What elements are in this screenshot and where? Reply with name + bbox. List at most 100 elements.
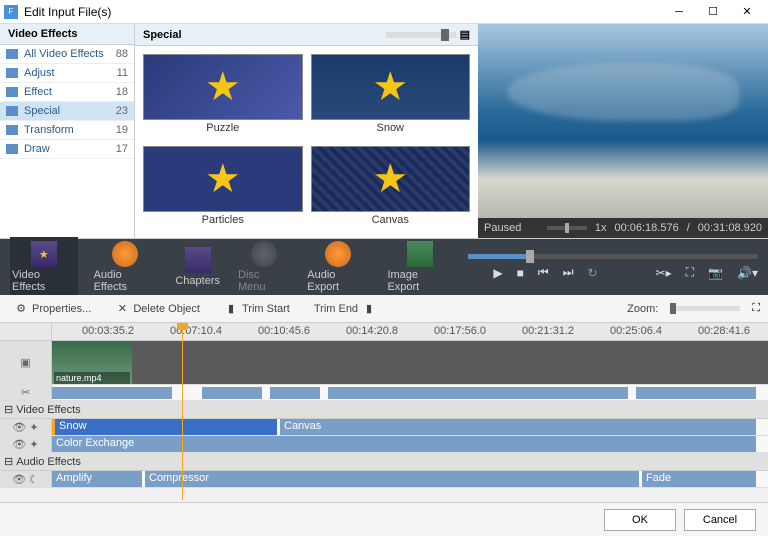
fullscreen-button[interactable]: ⛶ <box>686 265 694 280</box>
delete-icon: ✕ <box>115 302 129 316</box>
tool-image-export[interactable]: Image Export <box>385 237 454 297</box>
tool-chapters[interactable]: Chapters <box>173 243 222 291</box>
preview-panel: Paused 1x 00:06:18.576 / 00:31:08.920 <box>478 24 768 238</box>
segment[interactable] <box>202 387 262 399</box>
fx-tile-puzzle[interactable]: ★Puzzle <box>143 54 303 138</box>
segment[interactable] <box>270 387 320 399</box>
speaker-icon <box>112 241 138 267</box>
folder-icon <box>6 49 18 59</box>
video-effects-group[interactable]: ⊟Video Effects <box>0 401 768 419</box>
video-clip[interactable]: nature.mp4 <box>52 341 132 384</box>
next-button[interactable]: ⏭ <box>563 265 574 280</box>
window-title: Edit Input File(s) <box>24 5 662 19</box>
cut-track: ✂ <box>0 385 768 401</box>
list-view-icon[interactable]: ▤ <box>460 28 470 41</box>
trim-end-button[interactable]: Trim End▮ <box>308 300 382 318</box>
sidebar-item-draw[interactable]: Draw17 <box>0 140 134 159</box>
zoom-fit-button[interactable]: ⛶ <box>752 302 760 315</box>
tool-audio-effects[interactable]: Audio Effects <box>92 237 160 297</box>
play-button[interactable]: ▶ <box>493 266 502 280</box>
sidebar-header: Video Effects <box>0 24 134 45</box>
folder-icon <box>6 144 18 154</box>
video-track: ▣ nature.mp4 <box>0 341 768 385</box>
segment[interactable] <box>328 387 628 399</box>
fx-clip-canvas[interactable]: Canvas <box>280 419 756 435</box>
time-total: 00:31:08.920 <box>698 222 762 234</box>
star-icon: ★ <box>205 156 241 202</box>
segment[interactable] <box>636 387 756 399</box>
fx-clip-compressor[interactable]: Compressor <box>145 471 639 487</box>
star-icon: ★ <box>372 64 408 110</box>
playback-status: Paused <box>484 222 521 234</box>
volume-button[interactable]: 🔊▾ <box>737 266 758 280</box>
delete-button[interactable]: ✕Delete Object <box>109 300 206 318</box>
titlebar: F Edit Input File(s) ─ ☐ ✕ <box>0 0 768 24</box>
cancel-button[interactable]: Cancel <box>684 509 756 531</box>
zoom-slider[interactable] <box>670 306 740 311</box>
zoom-label: Zoom: <box>627 303 658 315</box>
eye-icon[interactable]: 👁 <box>12 421 26 434</box>
star-icon: ★ <box>205 64 241 110</box>
sidebar-item-adjust[interactable]: Adjust11 <box>0 64 134 83</box>
folder-icon <box>6 106 18 116</box>
fx-tile-canvas[interactable]: ★Canvas <box>311 146 471 230</box>
minimize-button[interactable]: ─ <box>662 1 696 23</box>
stop-button[interactable]: ■ <box>517 266 524 280</box>
tool-audio-export[interactable]: Audio Export <box>305 237 371 297</box>
snapshot-button[interactable]: 📷 <box>708 266 723 280</box>
time-ruler[interactable]: 00:03:35.2 00:07:10.4 00:10:45.6 00:14:2… <box>52 323 768 340</box>
playhead[interactable] <box>182 323 183 500</box>
folder-icon <box>6 125 18 135</box>
maximize-button[interactable]: ☐ <box>696 1 730 23</box>
image-export-icon <box>407 241 433 267</box>
audio-effects-group[interactable]: ⊟Audio Effects <box>0 453 768 471</box>
tool-disc-menu[interactable]: Disc Menu <box>236 237 291 297</box>
trim-start-icon: ▮ <box>224 302 238 316</box>
sidebar-item-all[interactable]: All Video Effects88 <box>0 45 134 64</box>
playback-speed: 1x <box>595 222 607 234</box>
sidebar-item-special[interactable]: Special23 <box>0 102 134 121</box>
eye-icon[interactable]: 👁 <box>12 438 26 451</box>
main-toolbar: ★Video Effects Audio Effects Chapters Di… <box>0 239 768 295</box>
sidebar-item-transform[interactable]: Transform19 <box>0 121 134 140</box>
fx-tile-particles[interactable]: ★Particles <box>143 146 303 230</box>
tool-video-effects[interactable]: ★Video Effects <box>10 237 78 297</box>
ok-button[interactable]: OK <box>604 509 676 531</box>
segment[interactable] <box>52 387 172 399</box>
preview-image <box>478 24 768 218</box>
sidebar-item-effect[interactable]: Effect18 <box>0 83 134 102</box>
fx-panel-header: Special <box>143 29 386 41</box>
cut-button[interactable]: ✂▸ <box>656 266 672 280</box>
fx-clip-fade[interactable]: Fade <box>642 471 756 487</box>
effects-panel: Special ▤ ★Puzzle ★Snow ★Particles ★Canv… <box>135 24 478 238</box>
gear-icon: ⚙ <box>14 302 28 316</box>
timeline: 00:03:35.2 00:07:10.4 00:10:45.6 00:14:2… <box>0 323 768 502</box>
time-current: 00:06:18.576 <box>614 222 678 234</box>
collapse-icon: ⊟ <box>4 403 13 416</box>
trim-end-icon: ▮ <box>362 302 376 316</box>
loop-button[interactable]: ↻ <box>588 266 598 280</box>
thumb-size-slider[interactable] <box>386 32 456 38</box>
prev-button[interactable]: ⏮ <box>538 265 549 280</box>
star-icon: ✦ <box>29 421 38 434</box>
star-icon: ★ <box>372 156 408 202</box>
film-icon: ▣ <box>20 356 30 369</box>
seek-slider[interactable] <box>468 254 758 259</box>
properties-button[interactable]: ⚙Properties... <box>8 300 97 318</box>
disc-icon <box>251 241 277 267</box>
fx-clip-amplify[interactable]: Amplify <box>52 471 142 487</box>
close-button[interactable]: ✕ <box>730 1 764 23</box>
audio-export-icon <box>325 241 351 267</box>
fx-tile-snow[interactable]: ★Snow <box>311 54 471 138</box>
collapse-icon: ⊟ <box>4 455 13 468</box>
star-icon: ✦ <box>29 438 38 451</box>
scissors-icon: ✂ <box>21 386 30 399</box>
trim-start-button[interactable]: ▮Trim Start <box>218 300 296 318</box>
speed-slider[interactable] <box>547 226 587 230</box>
eye-icon[interactable]: 👁 <box>12 473 26 486</box>
chapters-icon <box>185 247 211 273</box>
fx-clip-color[interactable]: Color Exchange <box>52 436 756 452</box>
edit-toolbar: ⚙Properties... ✕Delete Object ▮Trim Star… <box>0 295 768 323</box>
app-icon: F <box>4 5 18 19</box>
fx-clip-snow[interactable]: Snow <box>52 419 277 435</box>
